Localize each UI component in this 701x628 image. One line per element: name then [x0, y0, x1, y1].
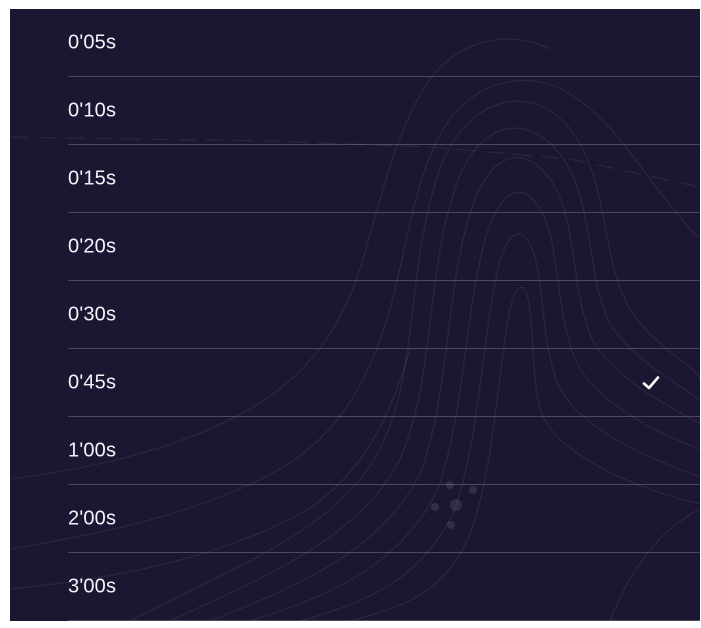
interval-option-label: 0'30s [68, 303, 117, 326]
row-divider [68, 620, 700, 621]
interval-option[interactable]: 0'30s [10, 281, 700, 349]
interval-option-label: 1'00s [68, 439, 117, 462]
interval-option[interactable]: 0'15s [10, 145, 700, 213]
interval-option[interactable]: 3'00s [10, 553, 700, 621]
interval-option[interactable]: 1'00s [10, 417, 700, 485]
interval-option[interactable]: 0'10s [10, 77, 700, 145]
check-icon [642, 376, 660, 390]
interval-option-label: 0'10s [68, 99, 117, 122]
interval-option-label: 0'20s [68, 235, 117, 258]
interval-option[interactable]: 2'00s [10, 485, 700, 553]
interval-option[interactable]: 0'05s [10, 9, 700, 77]
interval-option-label: 2'00s [68, 507, 117, 530]
interval-picker-panel: 0'05s 0'10s 0'15s 0'20s 0'30s 0'45s 1'00s 2'00s… [10, 9, 700, 621]
interval-option[interactable]: 0'20s [10, 213, 700, 281]
interval-option-label: 0'15s [68, 167, 117, 190]
interval-option-label: 3'00s [68, 575, 117, 598]
interval-option-list: 0'05s 0'10s 0'15s 0'20s 0'30s 0'45s 1'00s 2'00s… [10, 9, 700, 621]
interval-option-label: 0'05s [68, 31, 117, 54]
interval-option[interactable]: 0'45s [10, 349, 700, 417]
interval-option-label: 0'45s [68, 371, 117, 394]
